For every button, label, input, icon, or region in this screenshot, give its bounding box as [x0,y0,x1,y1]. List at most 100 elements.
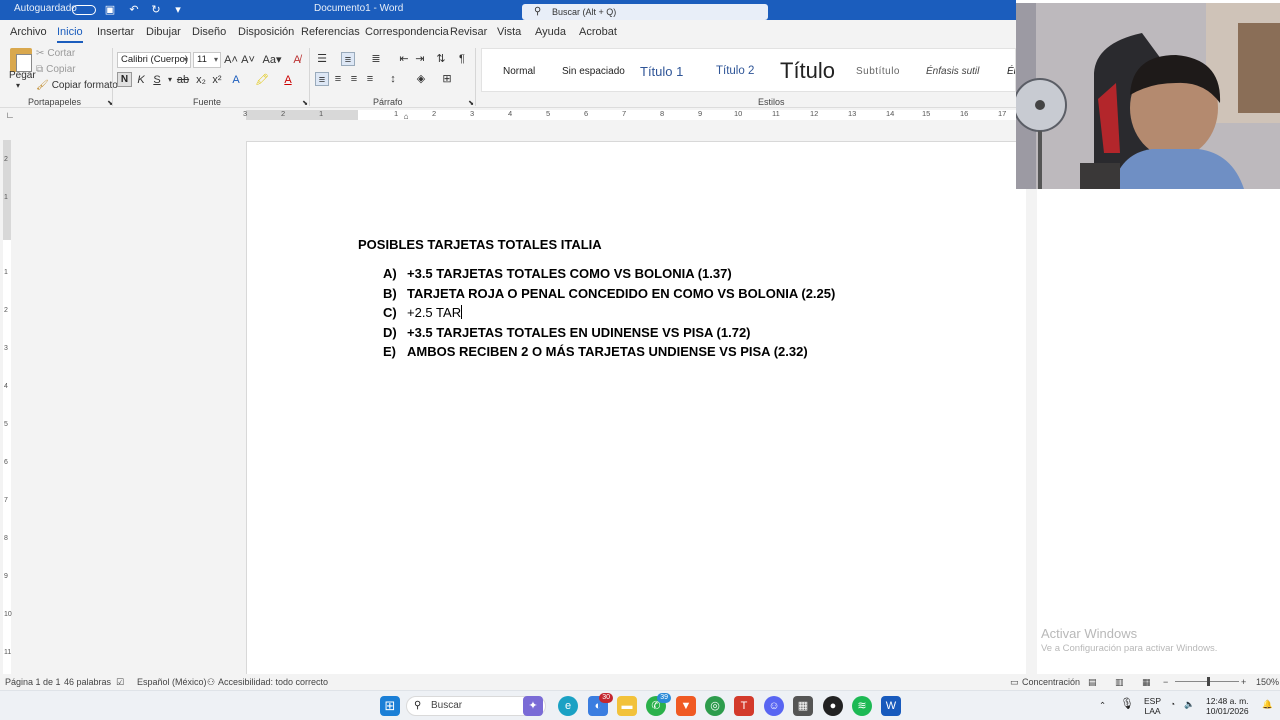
format-painter-button[interactable]: 🖌 Copiar formato [36,80,118,91]
numbering-icon[interactable]: ≡ [341,52,355,66]
zoom-slider-thumb[interactable] [1207,677,1210,686]
zoom-level[interactable]: 150% [1256,677,1279,687]
tab-ayuda[interactable]: Ayuda [535,26,566,38]
document-page[interactable] [246,141,1026,681]
microphone-icon[interactable]: 🎙 [1120,699,1134,710]
font-color-icon[interactable]: A [281,73,295,87]
zoom-out-icon[interactable]: − [1163,677,1168,687]
justify-icon[interactable]: ≡ [363,72,377,86]
widgets-icon[interactable]: ✦ [523,696,543,716]
whatsapp-icon[interactable]: ✆ 39 [646,693,671,716]
align-left-icon[interactable]: ≡ [315,72,329,86]
file-explorer-icon[interactable]: ▬ [617,696,637,716]
vertical-ruler[interactable]: 2 1 1 2 3 4 5 6 7 8 9 10 11 [0,122,14,674]
shrink-font-icon[interactable]: A˅ [241,53,255,67]
align-right-icon[interactable]: ≡ [347,72,361,86]
style-emphasis[interactable]: Én [1007,49,1015,91]
tab-disposicion[interactable]: Disposición [238,26,294,38]
page-count[interactable]: Página 1 de 1 [5,677,61,687]
cut-button[interactable]: ✂ Cortar [36,48,75,59]
notifications-icon[interactable]: 🔔 [1262,699,1273,709]
undo-icon[interactable]: ↶ [128,4,140,16]
tab-inicio[interactable]: Inicio [57,26,83,43]
paste-icon[interactable] [10,48,32,72]
decrease-indent-icon[interactable]: ⇤ [397,52,411,66]
style-normal[interactable]: Normal [503,49,535,91]
calculator-icon[interactable]: ▦ [793,696,813,716]
save-icon[interactable]: ▣ [104,4,116,16]
align-center-icon[interactable]: ≡ [331,72,345,86]
subscript-icon[interactable]: x₂ [194,73,208,87]
read-mode-icon[interactable]: ▤ [1088,677,1097,688]
text-app-icon[interactable]: T [734,696,754,716]
tab-selector-icon[interactable]: ∟ [3,108,17,122]
highlight-icon[interactable]: 🖍 [255,73,269,87]
input-language[interactable]: ESP LAA [1144,696,1161,716]
tab-revisar[interactable]: Revisar [450,26,487,38]
font-family-select[interactable]: Calibri (Cuerpo) ▾ [117,52,191,68]
language-status[interactable]: Español (México) [137,677,207,687]
strikethrough-icon[interactable]: ab [176,73,190,87]
tab-vista[interactable]: Vista [497,26,521,38]
multilevel-list-icon[interactable]: ≣ [369,52,383,66]
chrome-icon[interactable]: ◎ [705,696,725,716]
customize-toolbar-icon[interactable]: ▾ [172,4,184,16]
focus-mode-button[interactable]: Concentración [1022,677,1080,687]
browser-app-icon[interactable]: ◐ 30 [588,693,613,716]
grow-font-icon[interactable]: A˄ [224,53,238,67]
print-layout-icon[interactable]: ▥ [1115,677,1124,688]
obs-icon[interactable]: ● [823,696,843,716]
proofing-icon[interactable]: ☑ [116,677,124,688]
volume-icon[interactable]: 🔈 [1184,699,1195,709]
style-no-spacing[interactable]: Sin espaciado [562,49,625,91]
font-size-select[interactable]: 11 ▾ [193,52,221,68]
tab-acrobat[interactable]: Acrobat [579,26,617,38]
borders-icon[interactable]: ⊞ [440,72,454,86]
tab-archivo[interactable]: Archivo [10,26,47,38]
paste-dropdown-icon[interactable]: ▾ [16,81,20,90]
style-heading-1[interactable]: Título 1 [640,49,683,91]
underline-button[interactable]: S [150,73,164,87]
discord-icon[interactable]: ☺ [764,696,784,716]
style-title[interactable]: Título [780,49,835,91]
change-case-icon[interactable]: Aa▾ [262,53,282,67]
indent-marker-icon[interactable]: ⌂ [401,113,411,121]
word-count[interactable]: 46 palabras [64,677,111,687]
superscript-icon[interactable]: x² [210,73,224,87]
brave-icon[interactable]: ▼ [676,696,696,716]
word-icon[interactable]: W [881,696,901,716]
document-heading[interactable]: POSIBLES TARJETAS TOTALES ITALIA [358,237,602,252]
line-spacing-icon[interactable]: ↕ [386,72,400,86]
style-heading-2[interactable]: Título 2 [716,49,754,91]
clear-formatting-icon[interactable]: A̸ [290,53,304,67]
web-layout-icon[interactable]: ▦ [1142,677,1151,688]
tab-insertar[interactable]: Insertar [97,26,134,38]
tab-dibujar[interactable]: Dibujar [146,26,181,38]
wifi-icon[interactable]: ◔ [1170,699,1175,709]
bold-button[interactable]: N [117,72,132,87]
tab-diseno[interactable]: Diseño [192,26,226,38]
increase-indent-icon[interactable]: ⇥ [413,52,427,66]
underline-dropdown-icon[interactable]: ▾ [163,73,177,87]
paragraph-marks-icon[interactable]: ¶ [455,52,469,66]
redo-icon[interactable]: ↻ [150,4,162,16]
paste-button[interactable]: Pegar [9,70,36,81]
shading-icon[interactable]: ◈ [414,72,428,86]
clock[interactable]: 12:48 a. m. 10/01/2026 [1206,696,1249,716]
text-effects-icon[interactable]: A [229,73,243,87]
autosave-toggle[interactable] [72,5,96,15]
style-subtle-emphasis[interactable]: Énfasis sutil [926,49,979,91]
sort-icon[interactable]: ⇅ [434,52,448,66]
windows-start-icon[interactable]: ⊞ [380,696,400,716]
show-hidden-icons[interactable]: ⌃ [1099,700,1106,710]
spotify-icon[interactable]: ≋ [852,696,872,716]
tab-correspondencia[interactable]: Correspondencia [365,26,449,38]
title-search-box[interactable]: ⚲ Buscar (Alt + Q) [522,4,768,20]
horizontal-ruler[interactable]: ∟ 3 2 1 1 2 3 4 5 6 7 8 9 10 11 12 13 14… [0,108,1016,122]
copy-button[interactable]: ⧉ Copiar [36,64,76,75]
accessibility-status[interactable]: Accesibilidad: todo correcto [218,677,328,687]
italic-button[interactable]: K [134,73,148,87]
style-subtitle[interactable]: Subtítulo [856,49,900,91]
bullets-icon[interactable]: ☰ [315,52,329,66]
edge-icon[interactable]: e [558,696,578,716]
